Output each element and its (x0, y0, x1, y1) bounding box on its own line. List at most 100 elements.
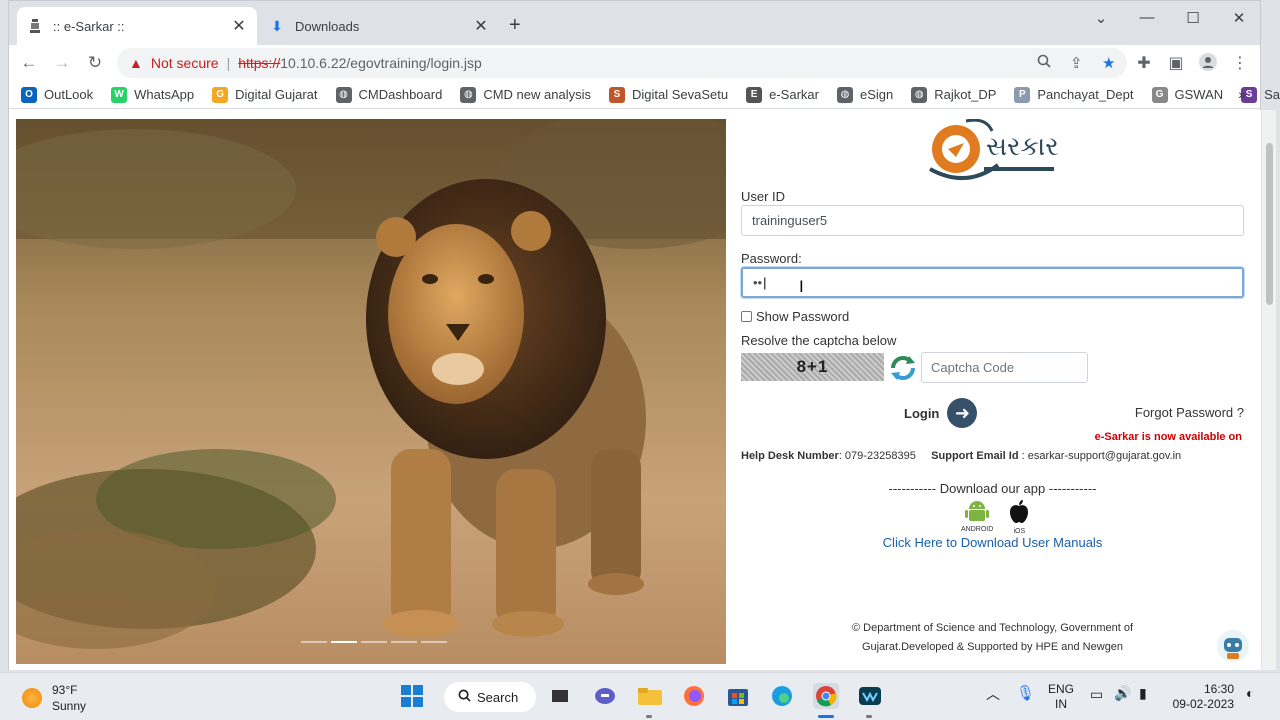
url-scheme: https:// (238, 55, 281, 71)
close-tab-icon[interactable]: ✕ (473, 16, 489, 36)
captcha-prompt: Resolve the captcha below (741, 333, 897, 348)
extensions-icon[interactable]: ✚ (1134, 53, 1154, 73)
slider-dot[interactable] (331, 641, 357, 643)
zoom-icon[interactable] (1037, 54, 1051, 72)
close-tab-icon[interactable]: ✕ (231, 16, 247, 36)
address-bar[interactable]: ▲ Not secure | https:// 10.10.6.22/egovt… (117, 48, 1127, 78)
battery-icon[interactable]: ▮ (1139, 686, 1147, 701)
captcha-image: 8+1 (741, 353, 884, 381)
globe-icon: ◍ (836, 86, 853, 103)
user-id-value: traininguser5 (752, 213, 828, 228)
slider-indicator[interactable] (301, 641, 447, 643)
language-indicator[interactable]: ENG IN (1048, 682, 1074, 712)
notification-icon[interactable]: ◐ (1246, 686, 1254, 701)
scrollbar-thumb[interactable] (1266, 143, 1273, 305)
forgot-password-link[interactable]: Forgot Password ? (1135, 405, 1244, 420)
user-id-input[interactable]: traininguser5 (741, 205, 1244, 236)
security-label[interactable]: Not secure (151, 55, 219, 71)
bookmark-label: Rajkot_DP (934, 87, 997, 102)
tray-chevron-icon[interactable]: ︿ (986, 687, 1000, 702)
minimize-button[interactable]: — (1137, 9, 1157, 26)
sun-icon (22, 688, 42, 708)
globe-icon: ◍ (335, 86, 352, 103)
forward-button[interactable]: → (52, 53, 72, 73)
bookmark-sathi[interactable]: SSathi (1241, 86, 1280, 103)
microphone-icon[interactable]: 🎙 (1016, 686, 1035, 701)
show-password-checkbox[interactable] (741, 311, 752, 322)
bookmark-label: CMD new analysis (483, 87, 591, 102)
store-icons: ANDROID iOS (961, 499, 1031, 535)
store-icon[interactable] (725, 683, 751, 709)
lion-image (16, 119, 726, 664)
bookmark-label: Digital SevaSetu (632, 87, 729, 102)
footer-note: © Department of Science and Technology, … (741, 619, 1244, 657)
bookmark-e-sarkar[interactable]: Ee-Sarkar (746, 86, 819, 103)
android-app-link[interactable]: ANDROID (961, 499, 993, 535)
bookmark-label: CMDashboard (358, 87, 443, 102)
teams-chat-icon[interactable] (592, 683, 618, 709)
bookmarks-overflow-button[interactable]: » (1238, 86, 1246, 102)
bookmark-rajkot-dp[interactable]: ◍ Rajkot_DP (911, 86, 997, 103)
volume-icon[interactable]: 🔊 (1114, 686, 1131, 701)
maximize-button[interactable]: ☐ (1183, 9, 1203, 27)
password-input[interactable]: •• | I (741, 267, 1244, 298)
support-label: Support Email Id (931, 450, 1019, 462)
edge-icon[interactable] (769, 683, 795, 709)
reload-button[interactable]: ↻ (85, 53, 105, 73)
tab-downloads[interactable]: ⬇ Downloads ✕ (259, 7, 499, 45)
availability-notice: e-Sarkar is now available on (1094, 431, 1242, 443)
chrome-icon[interactable] (813, 683, 839, 709)
taskbar-search[interactable]: Search (444, 682, 536, 712)
webex-icon[interactable] (857, 683, 883, 709)
tab-bar: :: e-Sarkar :: ✕ ⬇ Downloads ✕ + ⌄ — ☐ ✕ (9, 1, 1260, 45)
tab-esarkar[interactable]: :: e-Sarkar :: ✕ (17, 7, 257, 45)
close-window-button[interactable]: ✕ (1229, 9, 1249, 27)
share-icon[interactable]: ⇪ (1070, 54, 1083, 72)
captcha-placeholder: Captcha Code (931, 360, 1015, 375)
chatbot-icon[interactable] (1216, 629, 1250, 663)
sevasetu-icon: S (609, 86, 625, 103)
lang-top: ENG (1048, 682, 1075, 696)
tab-search-icon[interactable]: ⌄ (1091, 9, 1111, 27)
bookmark-digital-sevasetu[interactable]: S Digital SevaSetu (609, 86, 729, 103)
show-password-toggle[interactable]: Show Password (741, 309, 849, 324)
bookmark-cmdashboard[interactable]: ◍ CMDashboard (335, 86, 443, 103)
slider-dot[interactable] (361, 641, 387, 643)
side-panel-icon[interactable]: ▣ (1166, 53, 1186, 73)
temperature: 93°F (52, 683, 78, 697)
slider-dot[interactable] (421, 641, 447, 643)
captcha-refresh-icon[interactable] (887, 353, 919, 383)
bookmark-outlook[interactable]: O OutLook (21, 86, 93, 103)
profile-avatar-icon[interactable] (1198, 53, 1218, 76)
bookmark-digital-gujarat[interactable]: G Digital Gujarat (212, 86, 318, 103)
slider-dot[interactable] (391, 641, 417, 643)
clock[interactable]: 16:30 09-02-2023 (1172, 682, 1234, 712)
bookmark-whatsapp[interactable]: W WhatsApp (111, 86, 195, 103)
bookmark-cmd-new-analysis[interactable]: ◍ CMD new analysis (460, 86, 591, 103)
slider-dot[interactable] (301, 641, 327, 643)
new-tab-button[interactable]: + (509, 15, 521, 35)
bookmark-panchayat-dept[interactable]: P Panchayat_Dept (1014, 86, 1134, 103)
firefox-icon[interactable] (681, 683, 707, 709)
globe-icon: ◍ (911, 86, 928, 103)
weather-widget[interactable]: 93°F Sunny (22, 682, 86, 714)
menu-icon[interactable]: ⋮ (1230, 53, 1250, 73)
network-icon[interactable]: ▭ (1090, 687, 1103, 702)
start-button[interactable] (399, 683, 425, 709)
password-label: Password: (741, 251, 802, 266)
divider: | (226, 55, 231, 71)
gswan-icon: G (1151, 86, 1168, 103)
bookmark-star-icon[interactable]: ★ (1102, 54, 1115, 72)
bookmark-gswan[interactable]: G GSWAN (1151, 86, 1223, 103)
login-button[interactable]: Login ➜ (904, 398, 978, 428)
ios-app-link[interactable]: iOS (1007, 499, 1031, 535)
back-button[interactable]: ← (19, 53, 39, 73)
text-caret: | (763, 275, 767, 290)
task-view-icon[interactable] (547, 683, 573, 709)
bookmark-label: WhatsApp (134, 87, 195, 102)
captcha-input[interactable]: Captcha Code (921, 352, 1088, 383)
browser-window: :: e-Sarkar :: ✕ ⬇ Downloads ✕ + ⌄ — ☐ ✕… (8, 0, 1280, 670)
user-manuals-link[interactable]: Click Here to Download User Manuals (741, 535, 1244, 550)
bookmark-esign[interactable]: ◍ eSign (836, 86, 893, 103)
file-explorer-icon[interactable] (637, 683, 663, 709)
